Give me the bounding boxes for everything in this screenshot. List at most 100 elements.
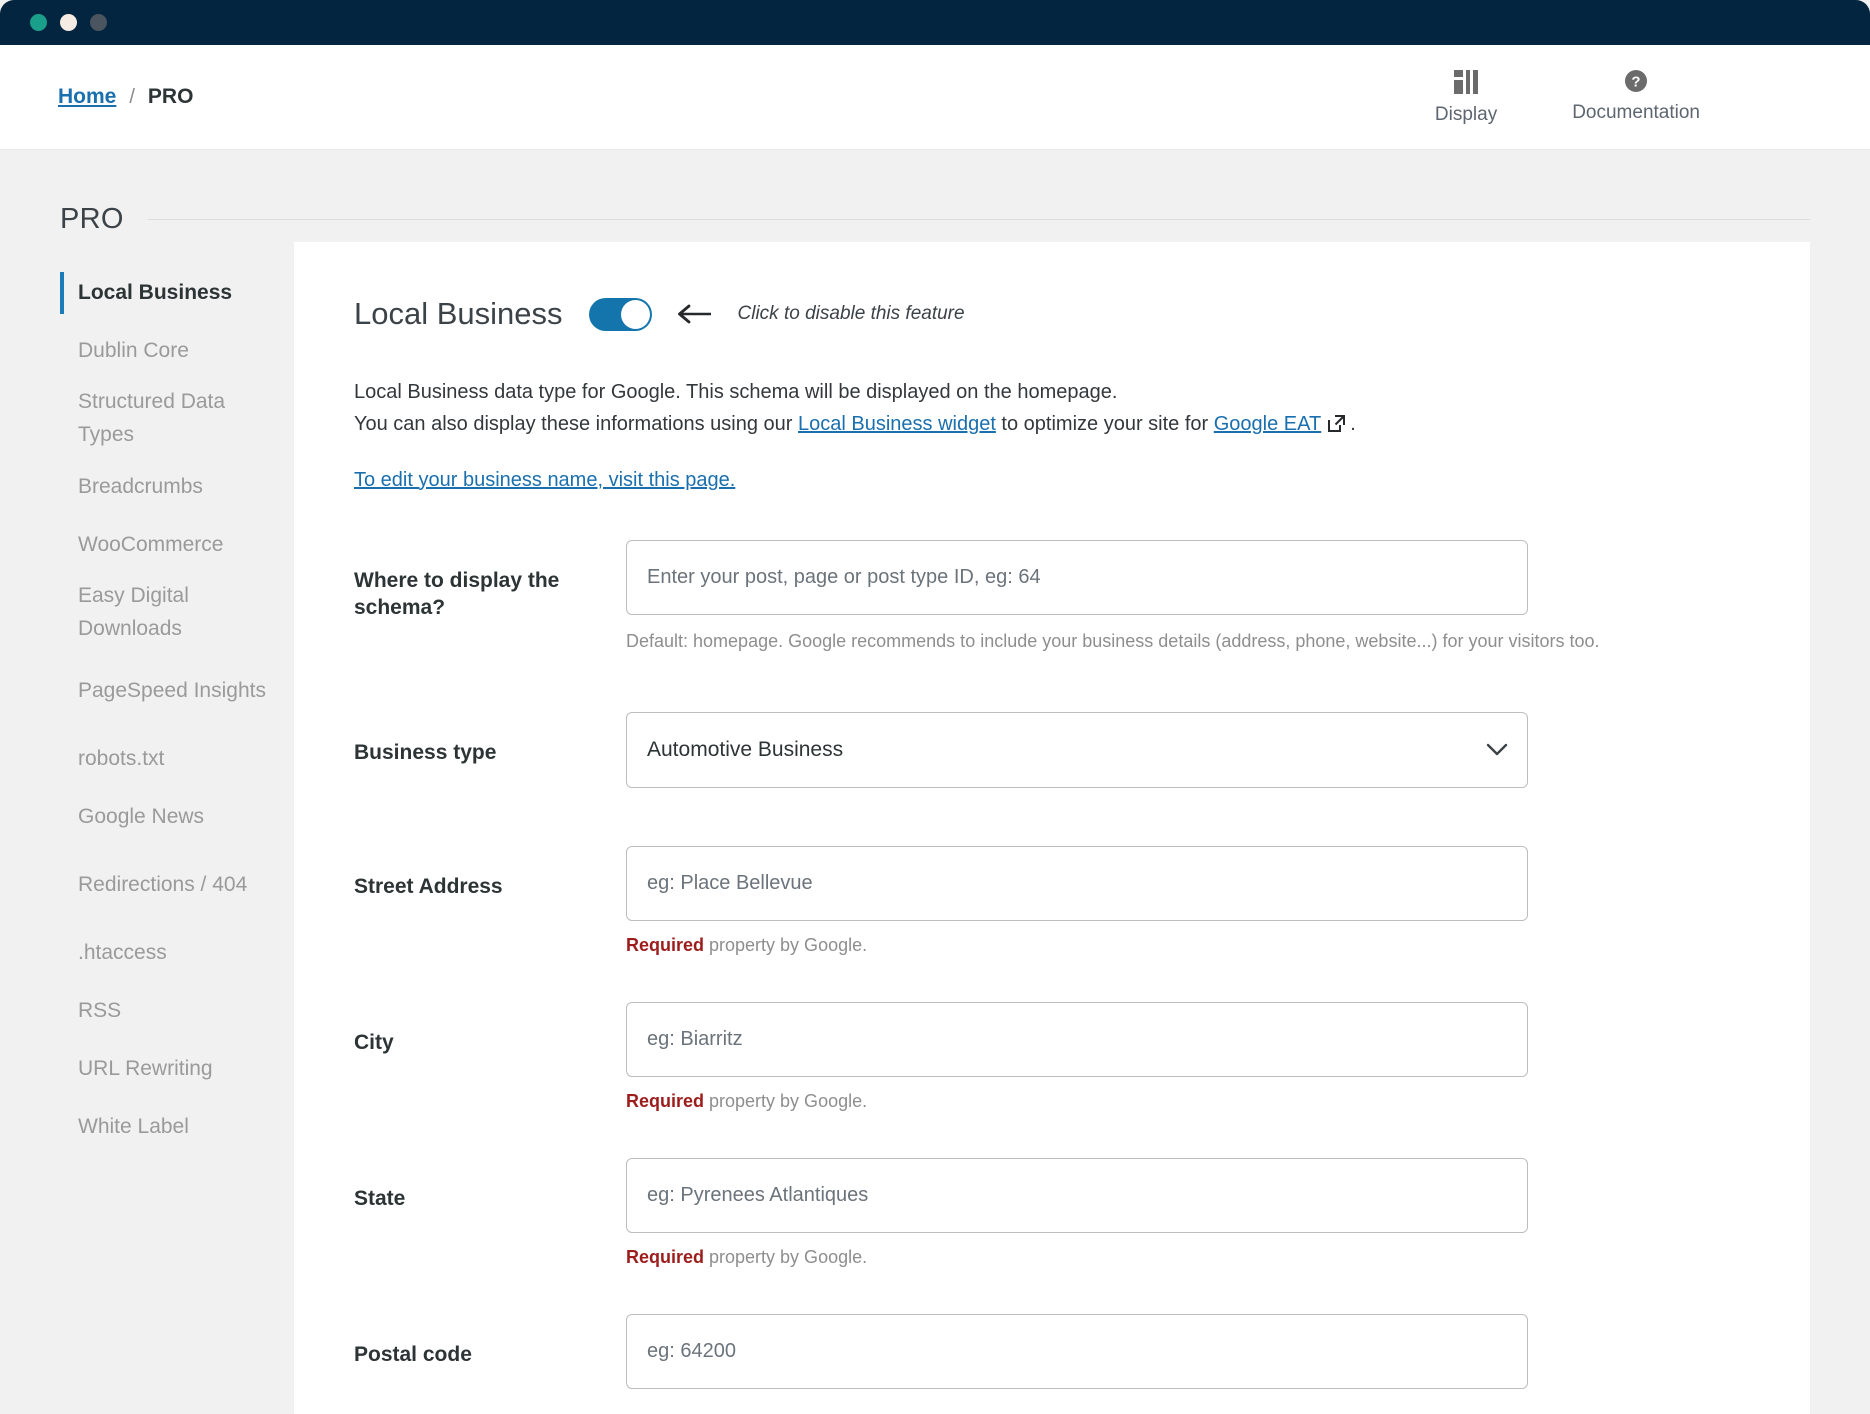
sidebar-item-label: .htaccess <box>78 937 167 970</box>
sidebar-item-htaccess[interactable]: .htaccess <box>0 924 294 982</box>
sidebar-item-breadcrumbs[interactable]: Breadcrumbs <box>0 458 294 516</box>
arrow-left-icon <box>678 304 712 324</box>
sidebar-item-label: WooCommerce <box>78 529 223 562</box>
breadcrumb-current: PRO <box>148 85 194 109</box>
field-control <box>626 1314 1528 1389</box>
header-action-display-label: Display <box>1435 104 1497 126</box>
sidebar-item-dublin-core[interactable]: Dublin Core <box>0 322 294 380</box>
header-actions: Display ? Documentation <box>1435 69 1815 126</box>
field-label: State <box>354 1158 626 1213</box>
window-close-button[interactable] <box>30 14 47 31</box>
window-maximize-button[interactable] <box>90 14 107 31</box>
sidebar-item-robots-txt[interactable]: robots.txt <box>0 730 294 788</box>
sidebar-item-woocommerce[interactable]: WooCommerce <box>0 516 294 574</box>
field-label: Street Address <box>354 846 626 901</box>
header-action-display[interactable]: Display <box>1435 69 1497 126</box>
sidebar-item-label: White Label <box>78 1111 189 1144</box>
required-note-text: property by Google. <box>704 1091 867 1111</box>
app-window: Home / PRO Display <box>0 0 1870 1414</box>
city-input[interactable] <box>626 1002 1528 1077</box>
sidebar-item-label: Google News <box>78 801 204 834</box>
window-minimize-button[interactable] <box>60 14 77 31</box>
feature-toggle-hint: Click to disable this feature <box>738 303 965 325</box>
field-where-to-display: Where to display the schema? Default: ho… <box>354 540 1748 654</box>
page-title-divider <box>148 219 1810 220</box>
field-control: Automotive Business <box>626 712 1528 788</box>
external-link-icon <box>1321 413 1350 435</box>
settings-sidebar: Local Business Dublin Core Structured Da… <box>0 242 294 1414</box>
sidebar-item-label: Breadcrumbs <box>78 471 203 504</box>
field-label: Business type <box>354 712 626 767</box>
required-badge: Required <box>626 935 704 955</box>
app-header: Home / PRO Display <box>0 45 1870 150</box>
required-badge: Required <box>626 1247 704 1267</box>
where-to-display-input[interactable] <box>626 540 1528 615</box>
panel-title: Local Business <box>354 296 563 332</box>
description-text-2: to optimize your site for <box>996 413 1214 435</box>
required-note-text: property by Google. <box>704 935 867 955</box>
sidebar-item-label: Redirections / 404 <box>78 869 247 902</box>
sidebar-item-easy-digital-downloads[interactable]: Easy Digital Downloads <box>0 574 294 652</box>
state-input[interactable] <box>626 1158 1528 1233</box>
sidebar-item-label: Easy Digital Downloads <box>78 580 268 645</box>
breadcrumb-separator: / <box>129 86 135 109</box>
field-street-address: Street Address Required property by Goog… <box>354 846 1748 956</box>
field-state: State Required property by Google. <box>354 1158 1748 1268</box>
page-title: PRO <box>60 203 124 236</box>
field-required-note: Required property by Google. <box>626 1091 1528 1112</box>
sidebar-item-label: URL Rewriting <box>78 1053 213 1086</box>
field-label: City <box>354 1002 626 1057</box>
field-postal-code: Postal code <box>354 1314 1748 1389</box>
sidebar-item-url-rewriting[interactable]: URL Rewriting <box>0 1040 294 1098</box>
sidebar-item-redirections-404[interactable]: Redirections / 404 <box>0 846 294 924</box>
panel-description: Local Business data type for Google. Thi… <box>354 376 1748 441</box>
sidebar-item-label: PageSpeed Insights <box>78 675 266 708</box>
sidebar-item-pagespeed-insights[interactable]: PageSpeed Insights <box>0 652 294 730</box>
sidebar-item-structured-data-types[interactable]: Structured Data Types <box>0 380 294 458</box>
description-line-1: Local Business data type for Google. Thi… <box>354 376 1748 408</box>
required-note-text: property by Google. <box>704 1247 867 1267</box>
sidebar-item-label: RSS <box>78 995 121 1028</box>
field-help-text: Default: homepage. Google recommends to … <box>626 629 1528 654</box>
required-badge: Required <box>626 1091 704 1111</box>
svg-text:?: ? <box>1632 73 1641 90</box>
field-control: Required property by Google. <box>626 846 1528 956</box>
sidebar-item-label: robots.txt <box>78 743 164 776</box>
field-label: Where to display the schema? <box>354 540 626 622</box>
feature-toggle-knob <box>621 300 650 329</box>
google-eat-link[interactable]: Google EAT <box>1214 413 1321 435</box>
local-business-widget-link[interactable]: Local Business widget <box>798 413 996 435</box>
description-line-2: You can also display these informations … <box>354 408 1748 440</box>
header-action-documentation[interactable]: ? Documentation <box>1572 69 1700 126</box>
field-label: Postal code <box>354 1314 626 1369</box>
feature-toggle[interactable] <box>589 298 652 331</box>
display-icon <box>1453 69 1479 95</box>
field-control: Required property by Google. <box>626 1158 1528 1268</box>
field-control: Required property by Google. <box>626 1002 1528 1112</box>
field-required-note: Required property by Google. <box>626 1247 1528 1268</box>
street-address-input[interactable] <box>626 846 1528 921</box>
description-text-1: You can also display these informations … <box>354 413 798 435</box>
field-required-note: Required property by Google. <box>626 935 1528 956</box>
sidebar-item-local-business[interactable]: Local Business <box>0 264 294 322</box>
field-control: Default: homepage. Google recommends to … <box>626 540 1528 654</box>
sidebar-item-label: Dublin Core <box>78 335 189 368</box>
postal-code-input[interactable] <box>626 1314 1528 1389</box>
page-body: Local Business Dublin Core Structured Da… <box>0 242 1870 1414</box>
window-titlebar <box>0 0 1870 45</box>
breadcrumb-home-link[interactable]: Home <box>58 85 116 109</box>
sidebar-item-google-news[interactable]: Google News <box>0 788 294 846</box>
description-text-3: . <box>1350 413 1356 435</box>
settings-panel: Local Business Click to disable this fea… <box>294 242 1810 1414</box>
panel-header: Local Business Click to disable this fea… <box>354 296 1748 332</box>
field-city: City Required property by Google. <box>354 1002 1748 1112</box>
page-header: PRO <box>0 150 1870 242</box>
sidebar-item-label: Structured Data Types <box>78 386 268 451</box>
breadcrumb: Home / PRO <box>58 85 193 109</box>
sidebar-item-label: Local Business <box>78 277 232 310</box>
edit-business-name-link[interactable]: To edit your business name, visit this p… <box>354 469 735 492</box>
sidebar-item-white-label[interactable]: White Label <box>0 1098 294 1156</box>
sidebar-item-rss[interactable]: RSS <box>0 982 294 1040</box>
business-type-select[interactable]: Automotive Business <box>626 712 1528 788</box>
field-business-type: Business type Automotive Business <box>354 712 1748 788</box>
